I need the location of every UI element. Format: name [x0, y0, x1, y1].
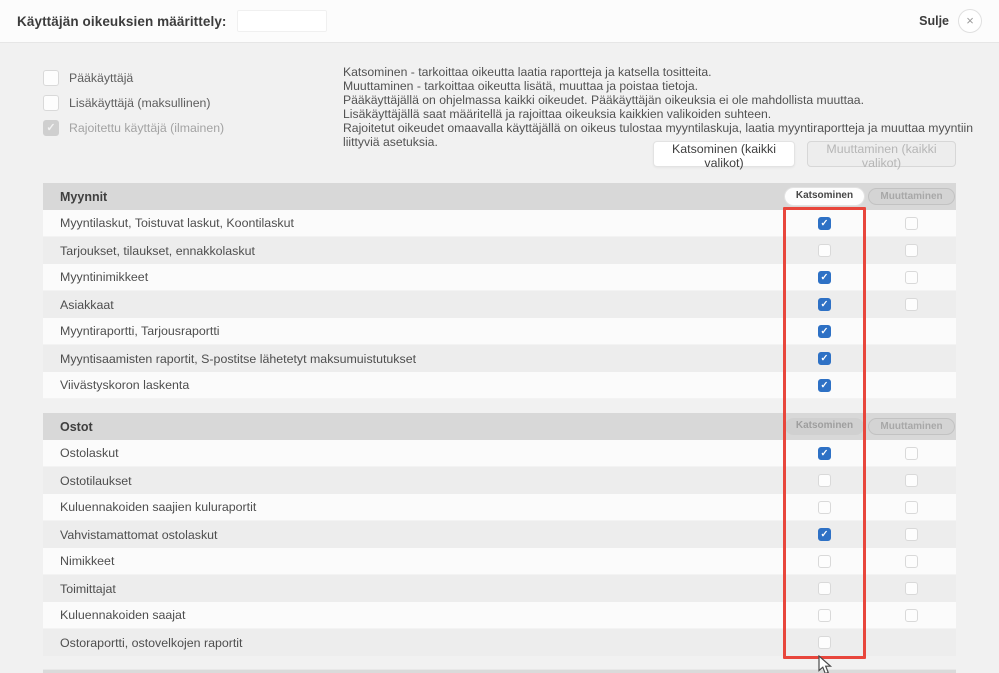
rajoitettu-checkbox[interactable]: [43, 120, 59, 136]
katsominen-checkbox[interactable]: [818, 298, 831, 311]
katsominen-all-button[interactable]: Katsominen (kaikki valikot): [653, 141, 795, 170]
user-name-input[interactable]: [236, 10, 327, 32]
table-row: Kuluennakoiden saajien kuluraportit: [43, 494, 956, 521]
katsominen-column-pill[interactable]: Katsominen: [784, 418, 865, 435]
muuttaminen-checkbox[interactable]: [905, 609, 918, 622]
row-label: Myyntiraportti, Tarjousraportti: [60, 324, 220, 338]
table-row: Kuluennakoiden saajat: [43, 602, 956, 629]
table-row: Ostolaskut: [43, 440, 956, 467]
info-line: Pääkäyttäjällä on ohjelmassa kaikki oike…: [343, 92, 864, 107]
katsominen-checkbox[interactable]: [818, 636, 831, 649]
paakayttaja-checkbox[interactable]: [43, 70, 59, 86]
katsominen-checkbox[interactable]: [818, 582, 831, 595]
muuttaminen-checkbox[interactable]: [905, 217, 918, 230]
katsominen-checkbox[interactable]: [818, 352, 831, 365]
katsominen-column-pill[interactable]: Katsominen: [784, 188, 865, 205]
user-type-lisakayttaja[interactable]: Lisäkäyttäjä (maksullinen): [43, 93, 210, 113]
table-row: Ostotilaukset: [43, 467, 956, 494]
next-section-sliver: [43, 669, 956, 673]
row-label: Asiakkaat: [60, 297, 114, 312]
table-row: Toimittajat: [43, 575, 956, 602]
table-row: Viivästyskoron laskenta: [43, 372, 956, 399]
user-type-label: Pääkäyttäjä: [69, 71, 134, 85]
section-header-myynnit: Myynnit Katsominen Muuttaminen: [43, 183, 956, 210]
row-label: Kuluennakoiden saajien kuluraportit: [60, 500, 257, 514]
row-label: Tarjoukset, tilaukset, ennakkolaskut: [60, 243, 255, 258]
katsominen-checkbox[interactable]: [818, 528, 831, 541]
row-label: Myyntilaskut, Toistuvat laskut, Koontila…: [60, 216, 294, 230]
muuttaminen-all-button[interactable]: Muuttaminen (kaikki valikot): [807, 141, 956, 170]
muuttaminen-checkbox[interactable]: [905, 474, 918, 487]
close-icon[interactable]: ×: [958, 9, 982, 33]
muuttaminen-column-pill[interactable]: Muuttaminen: [868, 418, 955, 435]
row-label: Vahvistamattomat ostolaskut: [60, 527, 218, 542]
table-row: Myyntisaamisten raportit, S-postitse läh…: [43, 345, 956, 372]
section-title: Ostot: [60, 419, 93, 434]
row-label: Viivästyskoron laskenta: [60, 378, 190, 392]
table-row: Vahvistamattomat ostolaskut: [43, 521, 956, 548]
muuttaminen-column-pill[interactable]: Muuttaminen: [868, 188, 955, 205]
section-header-ostot: Ostot Katsominen Muuttaminen: [43, 413, 956, 440]
muuttaminen-checkbox[interactable]: [905, 271, 918, 284]
table-row: Nimikkeet: [43, 548, 956, 575]
muuttaminen-checkbox[interactable]: [905, 582, 918, 595]
user-type-paakayttaja[interactable]: Pääkäyttäjä: [43, 68, 133, 88]
table-row: Myyntilaskut, Toistuvat laskut, Koontila…: [43, 210, 956, 237]
muuttaminen-checkbox[interactable]: [905, 528, 918, 541]
katsominen-checkbox[interactable]: [818, 379, 831, 392]
row-label: Nimikkeet: [60, 554, 115, 568]
katsominen-checkbox[interactable]: [818, 555, 831, 568]
row-label: Ostotilaukset: [60, 473, 132, 488]
katsominen-checkbox[interactable]: [818, 609, 831, 622]
katsominen-checkbox[interactable]: [818, 501, 831, 514]
user-type-rajoitettu[interactable]: Rajoitettu käyttäjä (ilmainen): [43, 118, 224, 138]
muuttaminen-checkbox[interactable]: [905, 447, 918, 460]
permissions-table: Myynnit Katsominen Muuttaminen Myyntilas…: [43, 183, 956, 656]
table-row: Tarjoukset, tilaukset, ennakkolaskut: [43, 237, 956, 264]
muuttaminen-checkbox[interactable]: [905, 555, 918, 568]
katsominen-checkbox[interactable]: [818, 217, 831, 230]
muuttaminen-checkbox[interactable]: [905, 244, 918, 257]
section-title: Myynnit: [60, 189, 108, 204]
table-row: Myyntinimikkeet: [43, 264, 956, 291]
muuttaminen-checkbox[interactable]: [905, 298, 918, 311]
row-label: Ostolaskut: [60, 446, 119, 460]
table-row: Asiakkaat: [43, 291, 956, 318]
row-label: Kuluennakoiden saajat: [60, 608, 186, 622]
row-label: Myyntisaamisten raportit, S-postitse läh…: [60, 351, 417, 366]
dialog-header: Käyttäjän oikeuksien määrittely: Sulje ×: [0, 0, 999, 43]
permissions-dialog: Käyttäjän oikeuksien määrittely: Sulje ×…: [0, 0, 999, 673]
row-label: Ostoraportti, ostovelkojen raportit: [60, 635, 243, 650]
katsominen-checkbox[interactable]: [818, 474, 831, 487]
user-type-label: Lisäkäyttäjä (maksullinen): [69, 96, 211, 110]
close-label: Sulje: [919, 14, 949, 28]
katsominen-checkbox[interactable]: [818, 271, 831, 284]
info-line: Katsominen - tarkoittaa oikeutta laatia …: [343, 65, 712, 79]
katsominen-checkbox[interactable]: [818, 325, 831, 338]
page-title: Käyttäjän oikeuksien määrittely:: [17, 13, 227, 29]
lisakayttaja-checkbox[interactable]: [43, 95, 59, 111]
permissions-info-text: Katsominen - tarkoittaa oikeutta laatia …: [343, 65, 993, 149]
section-body-ostot: Ostolaskut Ostotilaukset Kuluennakoiden …: [43, 440, 956, 656]
katsominen-checkbox[interactable]: [818, 244, 831, 257]
table-row: Ostoraportti, ostovelkojen raportit: [43, 629, 956, 656]
table-row: Myyntiraportti, Tarjousraportti: [43, 318, 956, 345]
row-label: Toimittajat: [60, 581, 116, 596]
info-line: Lisäkäyttäjällä saat määritellä ja rajoi…: [343, 106, 772, 121]
section-body-myynnit: Myyntilaskut, Toistuvat laskut, Koontila…: [43, 210, 956, 399]
info-line: Muuttaminen - tarkoittaa oikeutta lisätä…: [343, 78, 698, 93]
muuttaminen-checkbox[interactable]: [905, 501, 918, 514]
katsominen-checkbox[interactable]: [818, 447, 831, 460]
user-type-label: Rajoitettu käyttäjä (ilmainen): [69, 121, 225, 135]
row-label: Myyntinimikkeet: [60, 270, 149, 284]
